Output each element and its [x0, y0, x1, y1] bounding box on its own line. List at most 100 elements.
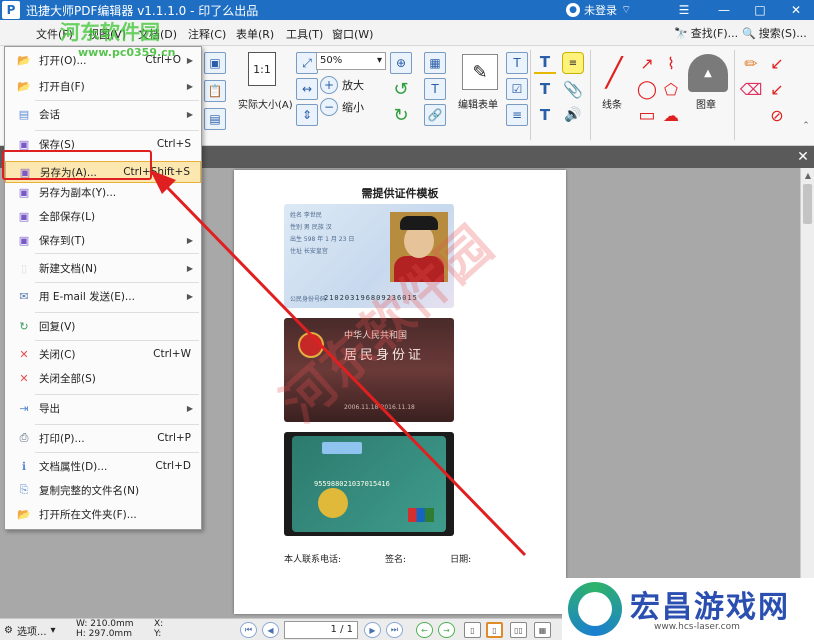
- find-label: 查找(F)...: [690, 27, 739, 40]
- find-button[interactable]: 🔭 查找(F)...: [674, 23, 738, 43]
- page-number-input[interactable]: 1 / 1: [284, 621, 358, 639]
- file-menu-item[interactable]: ⇥ 导出 ▶: [5, 397, 201, 419]
- file-menu-item-label: 导出: [39, 402, 60, 415]
- camera-icon[interactable]: ▣: [204, 52, 226, 74]
- note-icon[interactable]: ≡: [562, 52, 584, 74]
- edit-form-icon[interactable]: ✎: [462, 54, 498, 90]
- vertical-scrollbar[interactable]: ▲: [800, 168, 814, 618]
- file-menu-item[interactable]: ℹ 文档属性(D)... Ctrl+D: [5, 455, 201, 477]
- pencil-icon[interactable]: ✏: [740, 52, 762, 74]
- file-menu-item[interactable]: ↻ 回复(V): [5, 315, 201, 337]
- file-menu-item[interactable]: ▤ 会话 ▶: [5, 103, 201, 125]
- rectangle-tool-icon[interactable]: ▭: [636, 104, 658, 126]
- line-tool-icon[interactable]: ╱: [596, 54, 632, 90]
- attachment-icon[interactable]: 📎: [562, 78, 584, 100]
- line-tool-label: 线条: [602, 100, 622, 111]
- previous-page-icon[interactable]: ◀: [262, 622, 279, 638]
- file-menu-item-shortcut: Ctrl+W: [153, 348, 191, 360]
- file-menu-item[interactable]: ✕ 关闭全部(S): [5, 367, 201, 389]
- typewriter-icon[interactable]: T: [534, 52, 556, 74]
- rotate-left-icon[interactable]: ↺: [390, 78, 412, 100]
- menu-window[interactable]: 窗口(W): [332, 26, 373, 42]
- zoom-in-label: 放大: [342, 79, 364, 92]
- first-page-icon[interactable]: ⏮: [240, 622, 257, 638]
- new-document-icon: ▯: [20, 261, 28, 275]
- last-page-icon[interactable]: ⏭: [386, 622, 403, 638]
- eraser-icon[interactable]: ⌫: [740, 78, 763, 100]
- file-menu-item[interactable]: ▯ 新建文档(N) ▶: [5, 257, 201, 279]
- facing-continuous-icon[interactable]: ▦: [534, 622, 551, 638]
- highlight-icon[interactable]: ↙: [766, 52, 788, 74]
- file-menu-item[interactable]: ⎙ 打印(P)... Ctrl+P: [5, 427, 201, 449]
- search-button[interactable]: 🔍 搜索(S)...: [742, 23, 807, 43]
- zoom-select[interactable]: 50%: [316, 52, 386, 70]
- actual-size-label: 实际大小(A): [238, 100, 293, 111]
- file-menu-item[interactable]: ▣ 全部保存(L): [5, 205, 201, 227]
- image-tool-icon[interactable]: ▦: [424, 52, 446, 74]
- id-field: 性别 男 民族 汉: [290, 224, 332, 231]
- textfield-icon[interactable]: T: [506, 52, 528, 74]
- file-menu-item[interactable]: 📂 打开自(F) ▶: [5, 75, 201, 97]
- file-menu-item[interactable]: 📂 打开所在文件夹(F)...: [5, 503, 201, 525]
- site-watermark-url: www.pc0359.cn: [78, 46, 176, 59]
- submenu-arrow-icon: ▶: [186, 235, 193, 245]
- file-menu-item-label: 关闭(C): [39, 348, 76, 361]
- menu-icon[interactable]: ☰: [666, 0, 702, 20]
- scroll-up-icon[interactable]: ▲: [801, 168, 814, 182]
- redact-icon[interactable]: ⊘: [766, 104, 788, 126]
- options-button[interactable]: ⚙ 选项... ▾: [4, 622, 56, 638]
- fit-width-icon[interactable]: ↔: [296, 78, 318, 100]
- zoom-in-button[interactable]: + 放大: [320, 76, 364, 94]
- zoom-tool-icon[interactable]: ⊕: [390, 52, 412, 74]
- id-card-back: 中华人民共和国 居民身份证 2006.11.18-2016.11.18: [284, 318, 454, 422]
- facing-page-icon[interactable]: ▯▯: [510, 622, 527, 638]
- user-login[interactable]: ● 未登录 ⌔: [566, 1, 631, 19]
- file-menu-item-label: 新建文档(N): [39, 262, 98, 275]
- file-menu-item[interactable]: ▣ 保存到(T) ▶: [5, 229, 201, 251]
- text-tool-icon[interactable]: T: [424, 78, 446, 100]
- fit-visible-icon[interactable]: ⇕: [296, 104, 318, 126]
- menu-comment[interactable]: 注释(C): [188, 26, 226, 42]
- callout-icon[interactable]: T: [534, 104, 556, 126]
- stamp-icon[interactable]: ▲: [688, 54, 728, 92]
- scroll-thumb[interactable]: [803, 184, 812, 224]
- arrow-tool-icon[interactable]: ↗: [636, 52, 658, 74]
- checkbox-field-icon[interactable]: ☑: [506, 78, 528, 100]
- forward-icon[interactable]: →: [438, 622, 455, 638]
- file-menu-item[interactable]: ✉ 用 E-mail 发送(E)... ▶: [5, 285, 201, 307]
- ellipse-tool-icon[interactable]: ◯: [636, 78, 658, 100]
- continuous-page-icon[interactable]: ▯: [486, 622, 503, 638]
- ribbon-collapse-icon[interactable]: ⌃: [800, 120, 812, 132]
- next-page-icon[interactable]: ▶: [364, 622, 381, 638]
- sound-icon[interactable]: 🔊: [562, 104, 584, 126]
- actual-size-icon[interactable]: 1:1: [248, 52, 276, 86]
- listbox-field-icon[interactable]: ≡: [506, 104, 528, 126]
- menu-separator: [35, 253, 199, 254]
- file-menu-item[interactable]: ✕ 关闭(C) Ctrl+W: [5, 343, 201, 365]
- clipboard-icon[interactable]: ▤: [204, 108, 226, 130]
- maximize-button[interactable]: □: [742, 0, 778, 20]
- search-icon: 🔍: [742, 26, 756, 40]
- back-icon[interactable]: ←: [416, 622, 433, 638]
- file-menu-item[interactable]: ▣ 另存为副本(Y)...: [5, 181, 201, 203]
- cloud-tool-icon[interactable]: ☁: [660, 104, 682, 126]
- file-menu-item[interactable]: ⎘ 复制完整的文件名(N): [5, 479, 201, 501]
- polygon-tool-icon[interactable]: ⬠: [660, 78, 682, 100]
- underline-icon[interactable]: ↙: [766, 78, 788, 100]
- zoom-out-button[interactable]: − 缩小: [320, 98, 364, 116]
- fit-page-icon[interactable]: ⤢: [296, 52, 318, 74]
- app-logo-icon[interactable]: P: [2, 1, 20, 19]
- print-icon: ⎙: [19, 431, 29, 444]
- menu-form[interactable]: 表单(R): [236, 26, 274, 42]
- close-window-button[interactable]: ✕: [778, 0, 814, 20]
- separator: [530, 50, 531, 140]
- link-tool-icon[interactable]: 🔗: [424, 104, 446, 126]
- textbox-icon[interactable]: T: [534, 78, 556, 100]
- close-tab-button[interactable]: ✕: [794, 148, 812, 166]
- single-page-icon[interactable]: ▯: [464, 622, 481, 638]
- paste-icon[interactable]: 📋: [204, 80, 226, 102]
- rotate-right-icon[interactable]: ↻: [390, 104, 412, 126]
- menu-tools[interactable]: 工具(T): [286, 26, 323, 42]
- polyline-tool-icon[interactable]: ⌇: [660, 52, 682, 74]
- minimize-button[interactable]: —: [706, 0, 742, 20]
